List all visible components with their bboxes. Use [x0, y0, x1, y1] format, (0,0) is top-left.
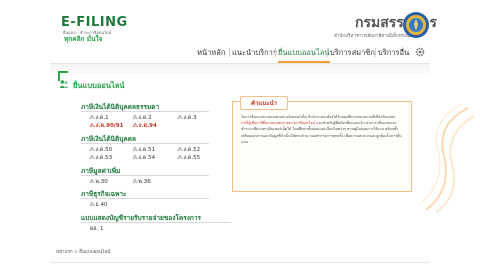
form-link-pnd2[interactable]: ภ.ง.ด.2	[133, 114, 152, 122]
form-link-pnd54[interactable]: ภ.ง.ด.54	[133, 154, 155, 162]
section-divider	[81, 111, 209, 112]
gear-icon[interactable]	[415, 47, 425, 57]
page-title: ยื่นแบบออนไลน์	[73, 81, 125, 90]
decorative-swirl	[419, 104, 475, 213]
section-divider	[81, 222, 231, 223]
section-divider	[81, 143, 209, 144]
breadcrumb: หน้าแรก > ยื่นแบบออนไลน์	[56, 250, 111, 255]
notice-box: คำแนะนำ ในการยื่นแบบบางแบบผ่านทางอินเทอร…	[232, 96, 412, 192]
form-link-pnd94[interactable]: ภ.ง.ด.94	[133, 122, 157, 130]
form-link-pnd51[interactable]: ภ.ง.ด.51	[133, 146, 155, 154]
logo-tagline: ทุกคลิก มั่นใจ	[64, 35, 103, 43]
nav-other-services[interactable]: บริการอื่น	[378, 47, 409, 59]
form-link-pp36[interactable]: ภ.พ.36	[133, 178, 151, 186]
form-link-por1[interactable]: ผอ. 1	[90, 225, 104, 233]
section-divider	[81, 198, 209, 199]
notice-link[interactable]: กรณีผู้เสียภาษียื่นแบบแสดงรายการภาษีออนไ…	[241, 121, 315, 125]
page-band	[50, 63, 430, 74]
notice-heading: คำแนะนำ	[240, 96, 289, 110]
form-link-pnd53[interactable]: ภ.ง.ด.53	[90, 154, 112, 162]
nav-divider	[229, 48, 230, 57]
nav-divider	[327, 48, 328, 57]
form-link-pt40[interactable]: ภ.ธ.40	[90, 201, 107, 209]
nav-services-intro[interactable]: แนะนำบริการ	[232, 47, 277, 59]
people-icon	[59, 80, 69, 88]
efiling-logo[interactable]: E-FILING	[61, 15, 128, 30]
notice-text: ในการยื่นแบบบางแบบผ่านทางอินเทอร์เน็ต สำ…	[241, 114, 403, 145]
form-link-pnd3[interactable]: ภ.ง.ด.3	[178, 114, 197, 122]
nav-divider	[375, 48, 376, 57]
header: E-FILING ยื่นแบบ - ชำระภาษีออนไลน์ ทุกคล…	[0, 0, 480, 44]
form-link-pp30[interactable]: ภ.พ.30	[90, 178, 108, 186]
notice-text-start: ในการยื่นแบบบางแบบผ่านทางอินเทอร์เน็ต สำ…	[241, 115, 396, 119]
form-link-pnd1[interactable]: ภ.ง.ด.1	[90, 114, 109, 122]
main-nav: หน้าหลัก แนะนำบริการ ยื่นแบบออนไลน์ บริก…	[0, 44, 480, 63]
nav-divider	[275, 48, 276, 57]
nav-home[interactable]: หน้าหลัก	[197, 47, 225, 59]
revenue-department-seal-icon	[403, 12, 429, 38]
nav-member-services[interactable]: บริการสมาชิก	[330, 47, 375, 59]
section-divider	[81, 175, 209, 176]
form-link-pnd55[interactable]: ภ.ง.ด.55	[178, 154, 200, 162]
form-link-pnd50[interactable]: ภ.ง.ด.50	[90, 146, 112, 154]
nav-online-filing[interactable]: ยื่นแบบออนไลน์	[278, 47, 330, 63]
form-link-pnd90-91[interactable]: ภ.ง.ด.90/91	[90, 122, 123, 130]
form-link-pnd52[interactable]: ภ.ง.ด.52	[178, 146, 200, 154]
